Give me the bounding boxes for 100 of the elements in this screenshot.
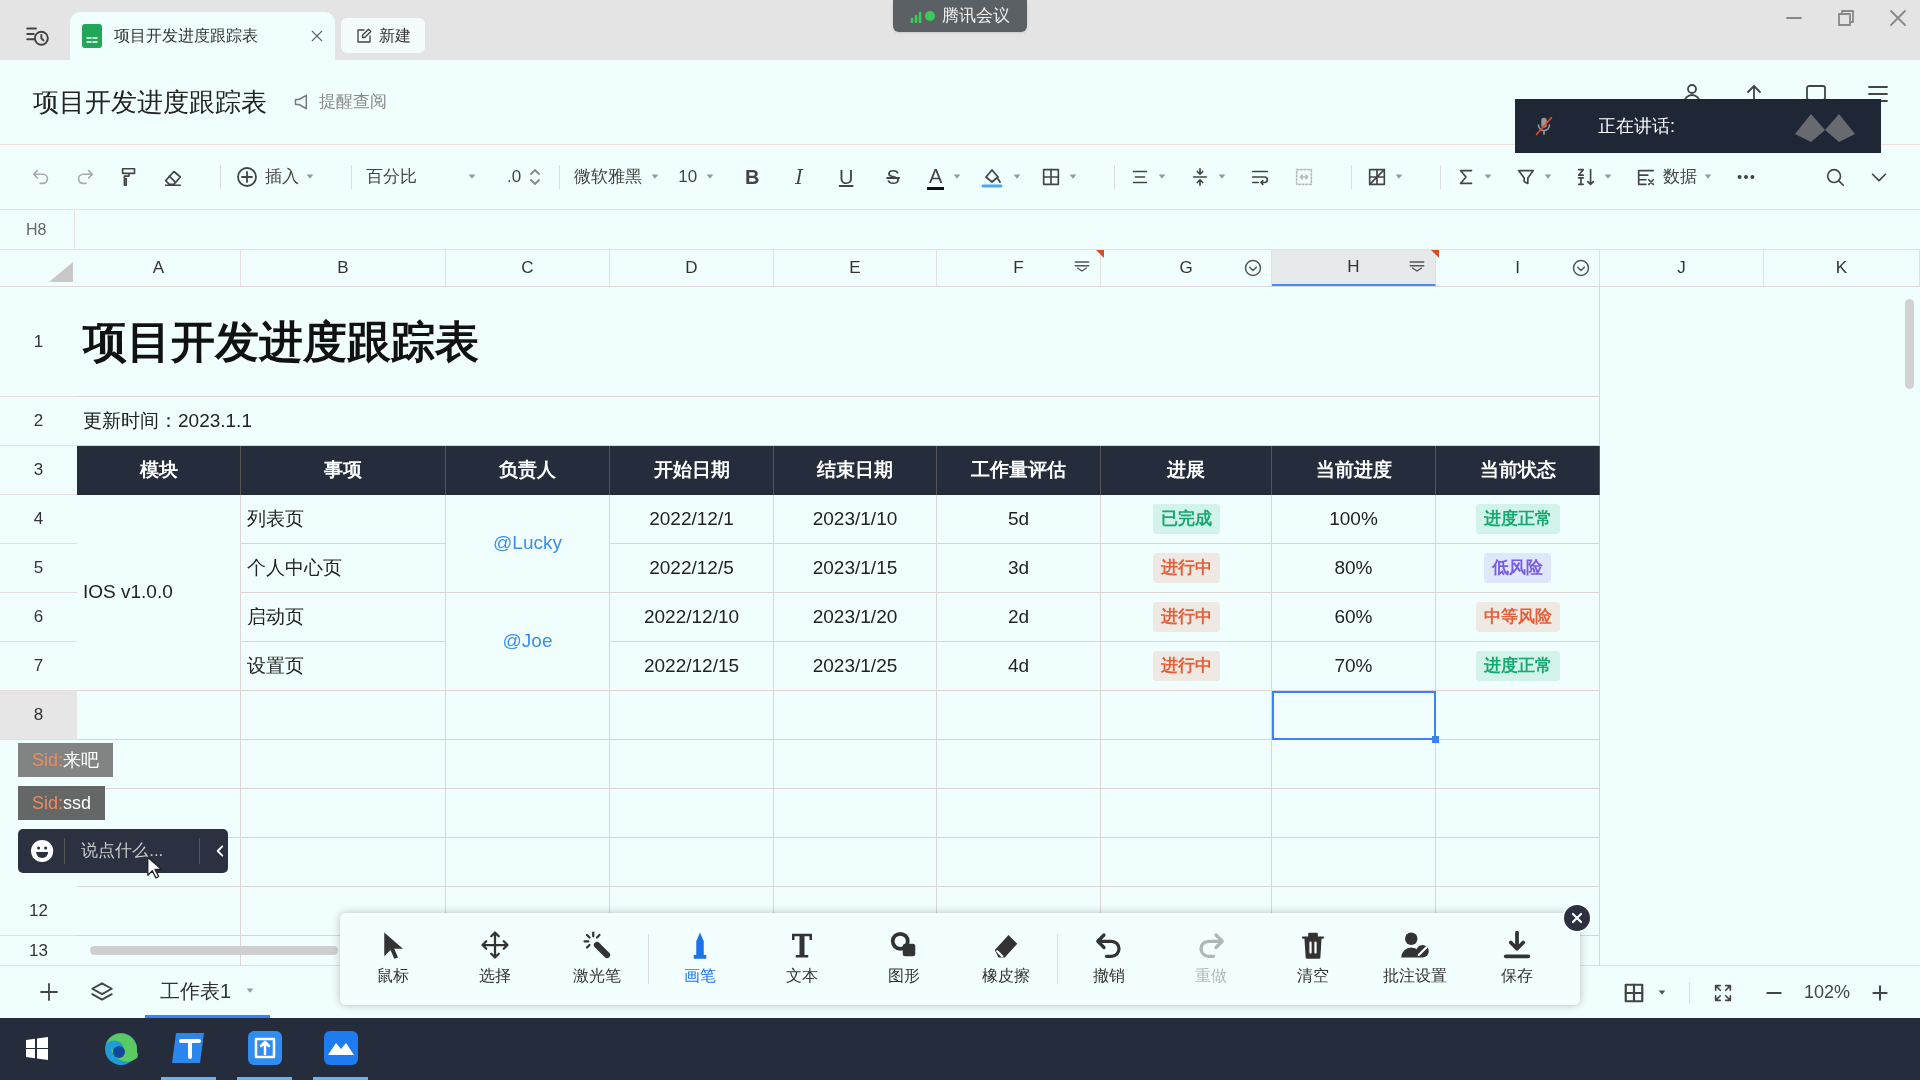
zoom-level: 102% <box>1803 981 1850 1004</box>
data-button[interactable]: 数据 <box>1635 164 1698 190</box>
table-cell-text: 设置页 <box>247 653 304 678</box>
bold-button[interactable]: B <box>739 162 766 192</box>
table-cell-text: 2023/1/25 <box>812 653 898 678</box>
draw-tool-button[interactable]: 选择 <box>444 930 546 988</box>
insert-button[interactable]: 插入 <box>235 164 299 190</box>
horizontal-scrollbar[interactable] <box>90 946 338 955</box>
row-number[interactable]: 4 <box>33 506 44 532</box>
table-cell-text: 2d <box>1007 604 1030 629</box>
table-cell-text: 2023/1/10 <box>812 506 898 531</box>
row-number[interactable]: 2 <box>33 408 44 434</box>
download-icon <box>1502 930 1532 960</box>
row-number[interactable]: 7 <box>33 653 44 679</box>
chat-input-field[interactable]: 说点什么... <box>18 829 228 873</box>
row-number[interactable]: 6 <box>33 604 44 630</box>
close-button[interactable] <box>1562 903 1592 933</box>
chat-input[interactable]: 说点什么... <box>81 838 192 864</box>
row-number[interactable]: 3 <box>33 457 44 483</box>
row-number[interactable]: 1 <box>33 328 44 355</box>
column-header[interactable]: J <box>1600 250 1764 286</box>
status-tag: 进度正常 <box>1475 504 1560 534</box>
view-grid-icon[interactable] <box>1622 981 1645 1004</box>
vertical-scrollbar[interactable] <box>1905 299 1914 389</box>
column-header[interactable]: E <box>774 250 937 286</box>
row-number[interactable]: 12 <box>29 898 48 924</box>
document-tab[interactable]: 项目开发进度跟踪表 <box>70 12 335 60</box>
close-icon <box>1570 911 1584 925</box>
document-title: 项目开发进度跟踪表 <box>33 85 267 119</box>
number-format-dropdown[interactable]: 百分比 <box>366 164 417 190</box>
table-cell-text: 100% <box>1329 506 1378 531</box>
table-cell-text: 5d <box>1007 506 1030 531</box>
new-tab-button[interactable]: 新建 <box>341 18 425 53</box>
strikethrough-button[interactable]: S <box>880 162 907 192</box>
column-header[interactable]: A <box>77 250 241 286</box>
table-header: 进展 <box>1101 446 1272 495</box>
draw-tool-button[interactable]: 保存 <box>1466 930 1568 988</box>
column-header[interactable]: H <box>1272 250 1436 286</box>
status-tag: 中等风险 <box>1475 602 1560 632</box>
signal-icon <box>910 9 936 23</box>
column-header[interactable]: B <box>241 250 446 286</box>
table-header: 结束日期 <box>774 446 937 495</box>
font-color-button[interactable]: A <box>927 164 945 190</box>
browser-icon[interactable] <box>102 1030 140 1068</box>
status-tag: 进行中 <box>1152 651 1220 681</box>
decimal-places-value: .0 <box>507 166 522 189</box>
close-icon[interactable] <box>309 28 325 44</box>
remind-button[interactable]: 提醒查阅 <box>293 89 387 115</box>
table-cell-text: 2022/12/5 <box>649 555 734 580</box>
draw-tool-button[interactable]: 图形 <box>853 930 955 988</box>
spinner-icon[interactable] <box>529 167 542 187</box>
font-size-dropdown[interactable]: 10 <box>678 164 698 190</box>
meeting-badge[interactable]: 腾讯会议 <box>893 0 1027 32</box>
cell-reference: H8 <box>26 219 47 240</box>
tab-title: 项目开发进度跟踪表 <box>114 26 259 46</box>
draw-tool-button[interactable]: 鼠标 <box>342 930 444 988</box>
app-window-icon[interactable] <box>245 1028 284 1067</box>
table-cell-text: 列表页 <box>247 506 304 531</box>
status-tag: 进行中 <box>1152 553 1220 583</box>
draw-tool-button[interactable]: 画笔 <box>649 930 751 988</box>
table-cell-text: 2022/12/1 <box>649 506 734 531</box>
column-header[interactable]: D <box>610 250 774 286</box>
sheet-title: 项目开发进度跟踪表 <box>83 315 479 368</box>
status-tag: 进行中 <box>1152 602 1220 632</box>
redo-icon <box>1196 930 1226 960</box>
user-settings-icon <box>1400 930 1430 960</box>
add-sheet-icon[interactable] <box>37 980 61 1004</box>
comment-marker-icon <box>1096 250 1104 258</box>
column-header[interactable]: K <box>1764 250 1920 286</box>
emoji-icon[interactable] <box>30 838 55 864</box>
plus-circle-icon <box>235 165 259 189</box>
table-header: 模块 <box>77 446 241 495</box>
draw-tool-button[interactable]: 清空 <box>1262 930 1364 988</box>
edit-icon <box>355 26 373 45</box>
selected-cell[interactable] <box>1272 691 1436 740</box>
status-tag: 已完成 <box>1152 504 1220 534</box>
update-time: 更新时间：2023.1.1 <box>83 408 252 433</box>
table-cell-text: 80% <box>1334 555 1373 580</box>
draw-tool-button[interactable]: 激光笔 <box>546 930 648 988</box>
zoom-in-icon[interactable] <box>1870 982 1890 1003</box>
draw-tool-button[interactable]: 橡皮擦 <box>955 930 1057 988</box>
draw-tool-button[interactable]: 文本 <box>751 930 853 988</box>
italic-button[interactable]: I <box>786 162 813 192</box>
dropdown-circle-icon[interactable] <box>1571 258 1591 278</box>
table-cell-text: 3d <box>1007 555 1030 580</box>
table-header: 事项 <box>241 446 446 495</box>
meeting-app-icon[interactable] <box>321 1028 360 1067</box>
draw-tool-button[interactable]: 批注设置 <box>1364 930 1466 988</box>
column-header[interactable]: F <box>937 250 1101 286</box>
row-number[interactable]: 13 <box>29 937 48 964</box>
dropdown-circle-icon[interactable] <box>1243 258 1263 278</box>
column-header[interactable]: C <box>446 250 610 286</box>
draw-tool-button[interactable]: 撤销 <box>1058 930 1160 988</box>
search-icon[interactable] <box>1824 166 1846 188</box>
column-header[interactable]: I <box>1436 250 1600 286</box>
windows-start-icon[interactable] <box>24 1036 50 1062</box>
row-number[interactable]: 5 <box>33 555 44 581</box>
row-number[interactable]: 8 <box>33 702 44 728</box>
underline-button[interactable]: U <box>833 162 860 192</box>
font-dropdown[interactable]: 微软雅黑 <box>574 164 643 190</box>
